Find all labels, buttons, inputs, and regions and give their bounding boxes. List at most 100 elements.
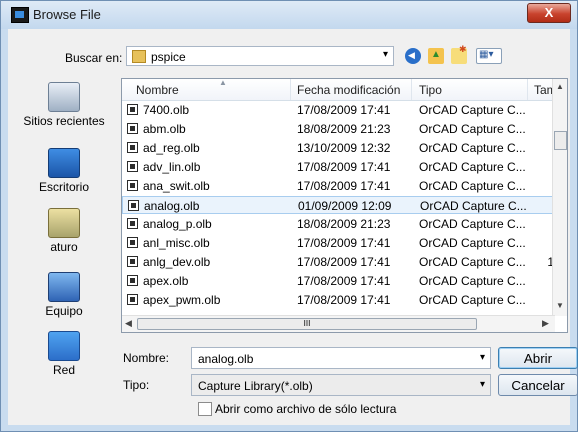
cell-type: OrCAD Capture C... bbox=[420, 199, 526, 213]
place-computer[interactable]: Equipo bbox=[12, 272, 116, 318]
cell-type: OrCAD Capture C... bbox=[419, 103, 525, 117]
place-label: aturo bbox=[50, 240, 78, 254]
cell-date: 17/08/2009 17:41 bbox=[297, 103, 391, 117]
cell-date: 17/08/2009 17:41 bbox=[297, 160, 391, 174]
cell-name: apex_pwm.olb bbox=[143, 293, 221, 307]
cell-date: 17/08/2009 17:41 bbox=[297, 179, 391, 193]
look-in-value: pspice bbox=[151, 50, 186, 64]
cell-name: adv_lin.olb bbox=[143, 160, 201, 174]
place-recent[interactable]: Sitios recientes bbox=[12, 82, 116, 128]
dialog-body: Buscar en: pspice ▾ Sitios recientes Esc… bbox=[8, 29, 578, 425]
column-divider bbox=[411, 79, 412, 100]
file-list[interactable]: Nombre ▲ Fecha modificación Tipo Tama 74… bbox=[121, 78, 568, 333]
place-label: Equipo bbox=[45, 304, 83, 318]
column-divider bbox=[290, 79, 291, 100]
computer-icon bbox=[48, 272, 80, 302]
places-bar: Sitios recientes Escritorio aturo Equipo… bbox=[12, 78, 116, 377]
scroll-thumb-horizontal[interactable]: III bbox=[137, 318, 477, 330]
horizontal-scrollbar[interactable]: ◀ III ▶ bbox=[122, 315, 555, 332]
network-icon bbox=[48, 331, 80, 361]
table-row[interactable]: analog.olb 01/09/2009 12:09 OrCAD Capture … bbox=[122, 196, 555, 214]
library-file-icon bbox=[127, 142, 138, 153]
list-header: Nombre ▲ Fecha modificación Tipo Tama bbox=[122, 79, 567, 101]
library-file-icon bbox=[127, 275, 138, 286]
place-network[interactable]: Red bbox=[12, 331, 116, 377]
title-bar[interactable]: Browse File X bbox=[1, 1, 577, 29]
chevron-down-icon[interactable]: ▾ bbox=[480, 379, 485, 390]
up-folder-icon[interactable] bbox=[428, 48, 444, 64]
library-file-icon bbox=[127, 256, 138, 267]
cell-name: ad_reg.olb bbox=[143, 141, 200, 155]
cell-date: 01/09/2009 12:09 bbox=[298, 199, 392, 213]
cell-date: 17/08/2009 17:41 bbox=[297, 274, 391, 288]
file-name-label: Nombre: bbox=[123, 351, 170, 365]
cell-date: 17/08/2009 17:41 bbox=[297, 255, 391, 269]
file-type-select[interactable]: Capture Library(*.olb) ▾ bbox=[191, 374, 491, 396]
library-file-icon bbox=[127, 180, 138, 191]
table-row[interactable]: 7400.olb 17/08/2009 17:41 OrCAD Capture C.… bbox=[122, 101, 555, 119]
library-file-icon bbox=[127, 104, 138, 115]
table-row[interactable]: ad_reg.olb 13/10/2009 12:32 OrCAD Capture … bbox=[122, 139, 555, 157]
column-header-date[interactable]: Fecha modificación bbox=[297, 83, 400, 97]
browse-file-dialog: Browse File X Buscar en: pspice ▾ Sitios… bbox=[0, 0, 578, 432]
cell-name: 7400.olb bbox=[143, 103, 190, 117]
table-row[interactable]: abm.olb 18/08/2009 21:23 OrCAD Capture C..… bbox=[122, 120, 555, 138]
look-in-combo[interactable]: pspice ▾ bbox=[126, 46, 394, 66]
window-title: Browse File bbox=[33, 7, 101, 22]
column-divider bbox=[527, 79, 528, 100]
place-label: Sitios recientes bbox=[23, 114, 105, 128]
close-button[interactable]: X bbox=[527, 3, 571, 23]
cancel-button[interactable]: Cancelar bbox=[498, 374, 578, 396]
cell-type: OrCAD Capture C... bbox=[419, 217, 525, 231]
back-icon[interactable] bbox=[405, 48, 421, 64]
table-row[interactable]: anl_misc.olb 17/08/2009 17:41 OrCAD Captur… bbox=[122, 234, 555, 252]
scroll-up-icon[interactable]: ▲ bbox=[556, 82, 564, 91]
table-row[interactable]: adv_lin.olb 17/08/2009 17:41 OrCAD Capture… bbox=[122, 158, 555, 176]
cell-name: ana_swit.olb bbox=[143, 179, 210, 193]
place-user[interactable]: aturo bbox=[12, 208, 116, 254]
view-menu-icon[interactable] bbox=[476, 48, 502, 64]
library-file-icon bbox=[128, 200, 139, 211]
table-row[interactable]: analog_p.olb 18/08/2009 21:23 OrCAD Captur… bbox=[122, 215, 555, 233]
desktop-icon bbox=[48, 148, 80, 178]
cell-size: 1 bbox=[547, 255, 554, 269]
sort-caret-icon: ▲ bbox=[219, 78, 227, 87]
library-file-icon bbox=[127, 237, 138, 248]
cell-name: anl_misc.olb bbox=[143, 236, 210, 250]
file-type-value: Capture Library(*.olb) bbox=[198, 379, 313, 393]
scroll-right-icon[interactable]: ▶ bbox=[542, 318, 549, 329]
table-row[interactable]: ana_swit.olb 17/08/2009 17:41 OrCAD Captur… bbox=[122, 177, 555, 195]
chevron-down-icon[interactable]: ▾ bbox=[480, 352, 485, 363]
cell-date: 17/08/2009 17:41 bbox=[297, 293, 391, 307]
library-file-icon bbox=[127, 123, 138, 134]
readonly-checkbox[interactable] bbox=[198, 402, 212, 416]
folder-icon bbox=[132, 50, 146, 63]
scroll-left-icon[interactable]: ◀ bbox=[125, 318, 132, 329]
new-folder-icon[interactable] bbox=[451, 44, 467, 64]
cell-type: OrCAD Capture C... bbox=[419, 141, 525, 155]
open-button[interactable]: Abrir bbox=[498, 347, 578, 369]
look-in-label: Buscar en: bbox=[65, 51, 123, 65]
cell-type: OrCAD Capture C... bbox=[419, 122, 525, 136]
column-header-type[interactable]: Tipo bbox=[419, 83, 442, 97]
library-file-icon bbox=[127, 218, 138, 229]
cell-type: OrCAD Capture C... bbox=[419, 160, 525, 174]
cell-name: abm.olb bbox=[143, 122, 186, 136]
cell-name: analog_p.olb bbox=[143, 217, 212, 231]
table-row[interactable]: apex_pwm.olb 17/08/2009 17:41 OrCAD Captur… bbox=[122, 291, 555, 309]
file-name-input[interactable]: analog.olb bbox=[198, 352, 253, 366]
place-label: Escritorio bbox=[38, 180, 89, 194]
column-header-name[interactable]: Nombre bbox=[136, 83, 179, 97]
vertical-scrollbar[interactable]: ▲ ▼ bbox=[552, 79, 567, 316]
table-row[interactable]: apex.olb 17/08/2009 17:41 OrCAD Capture C.… bbox=[122, 272, 555, 290]
chevron-down-icon[interactable]: ▾ bbox=[383, 49, 388, 60]
place-desktop[interactable]: Escritorio bbox=[12, 148, 116, 194]
file-name-combo[interactable]: analog.olb ▾ bbox=[191, 347, 491, 369]
scroll-thumb[interactable] bbox=[554, 131, 567, 150]
cell-date: 18/08/2009 21:23 bbox=[297, 122, 391, 136]
cell-date: 18/08/2009 21:23 bbox=[297, 217, 391, 231]
table-row[interactable]: anlg_dev.olb 17/08/2009 17:41 OrCAD Captur… bbox=[122, 253, 555, 271]
recent-places-icon bbox=[48, 82, 80, 112]
scroll-down-icon[interactable]: ▼ bbox=[556, 301, 564, 310]
app-icon bbox=[11, 7, 29, 23]
